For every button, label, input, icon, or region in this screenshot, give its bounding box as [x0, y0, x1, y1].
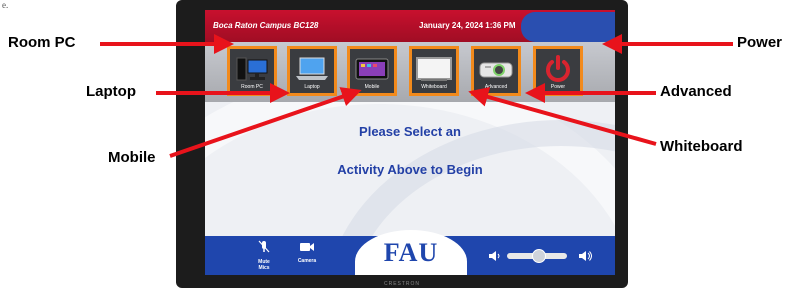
callout-room-pc: Room PC	[8, 34, 76, 51]
volume-up-icon[interactable]	[577, 248, 593, 264]
whiteboard-label: Whiteboard	[421, 84, 447, 90]
projector-icon	[474, 54, 518, 84]
callout-mobile: Mobile	[108, 149, 156, 166]
brand-label: CRESTRON	[383, 281, 421, 287]
date-time: January 24, 2024 1:36 PM	[419, 21, 516, 30]
volume-down-icon[interactable]	[487, 249, 501, 263]
volume-slider-knob[interactable]	[532, 249, 547, 263]
advanced-label: Advanced	[484, 84, 508, 90]
control-bar: Mute Mics Camera FAU	[205, 230, 615, 275]
page-marker: e.	[2, 0, 9, 10]
whiteboard-icon	[412, 54, 456, 84]
prompt-line-2: Activity Above to Begin	[337, 162, 483, 177]
source-icon-strip: Room PC Laptop Mobile Whiteboard Advance…	[205, 42, 615, 102]
logo-text: FAU	[383, 237, 439, 267]
camera-label: Camera	[297, 258, 317, 264]
prompt-line-1: Please Select an	[359, 124, 461, 139]
camera-button[interactable]: Camera	[293, 240, 321, 264]
camera-icon	[300, 243, 314, 251]
header-bar: Boca Raton Campus BC128 January 24, 2024…	[205, 10, 615, 42]
room-title: Boca Raton Campus BC128	[213, 21, 319, 30]
room-pc-button[interactable]: Room PC	[227, 46, 277, 96]
volume-slider[interactable]	[507, 249, 567, 263]
tablet-icon	[350, 54, 394, 84]
advanced-button[interactable]: Advanced	[471, 46, 521, 96]
header-tab	[521, 12, 615, 42]
microphone-mute-icon	[258, 240, 270, 253]
whiteboard-button[interactable]: Whiteboard	[409, 46, 459, 96]
power-icon	[536, 54, 580, 84]
desktop-icon	[230, 54, 274, 84]
power-label: Power	[550, 84, 566, 90]
mobile-label: Mobile	[364, 84, 380, 90]
touch-panel-screen: Boca Raton Campus BC128 January 24, 2024…	[205, 10, 615, 275]
callout-laptop: Laptop	[86, 83, 136, 100]
mute-mics-button[interactable]: Mute Mics	[251, 240, 277, 271]
room-pc-label: Room PC	[241, 84, 263, 90]
mute-label-2: Mics	[258, 265, 270, 271]
laptop-label: Laptop	[304, 84, 320, 90]
university-logo: FAU	[355, 230, 467, 275]
callout-power: Power	[737, 34, 783, 51]
power-button[interactable]: Power	[533, 46, 583, 96]
laptop-button[interactable]: Laptop	[287, 46, 337, 96]
mobile-button[interactable]: Mobile	[347, 46, 397, 96]
callout-advanced: Advanced	[660, 83, 732, 100]
callout-whiteboard: Whiteboard	[660, 138, 743, 155]
laptop-icon	[290, 54, 334, 84]
